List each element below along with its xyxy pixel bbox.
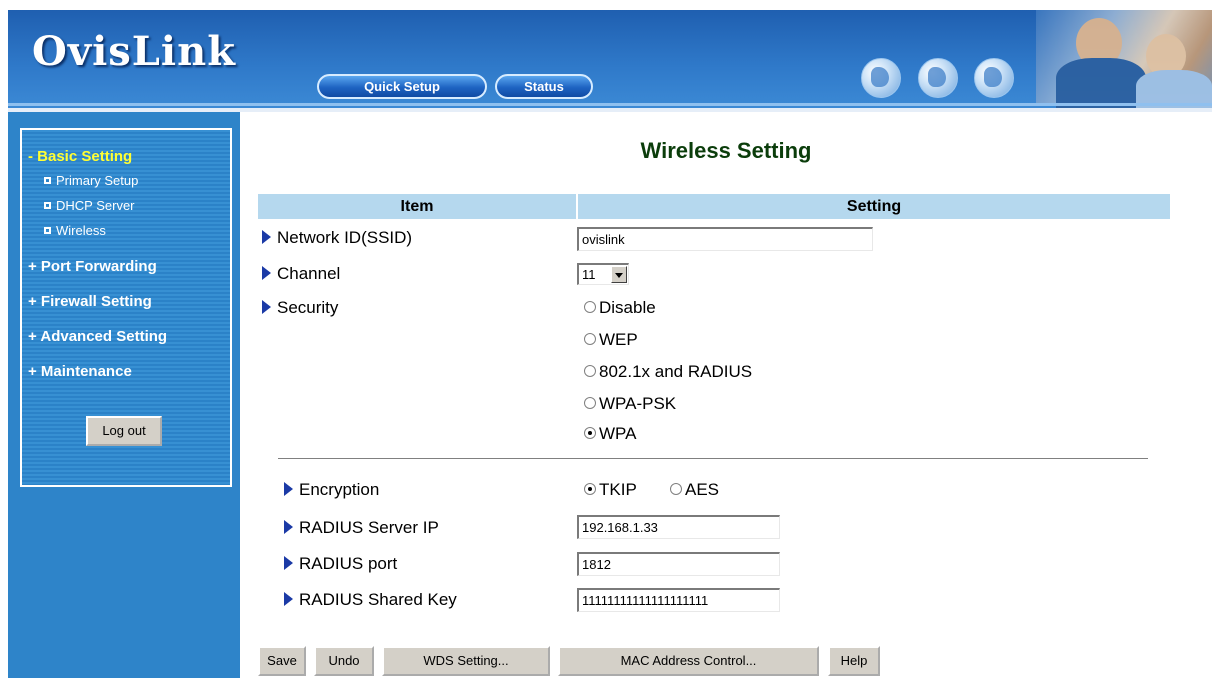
chevron-down-icon[interactable]	[611, 266, 627, 283]
undo-button[interactable]: Undo	[314, 646, 374, 676]
quick-setup-button[interactable]: Quick Setup	[317, 74, 487, 99]
arrow-right-icon	[262, 230, 271, 244]
ovislink-logo: OvisLink	[32, 28, 236, 75]
sidebar: - Basic Setting Primary Setup DHCP Serve…	[8, 112, 240, 678]
radio-icon	[584, 397, 596, 409]
save-button[interactable]: Save	[258, 646, 306, 676]
security-radio-wpa-psk[interactable]: WPA-PSK	[584, 394, 676, 414]
menu-basic-setting[interactable]: - Basic Setting	[28, 148, 132, 165]
encryption-radio-tkip[interactable]: TKIP	[584, 480, 637, 500]
arrow-right-icon	[262, 300, 271, 314]
radio-icon	[584, 333, 596, 345]
radius-key-label: RADIUS Shared Key	[284, 590, 457, 610]
radius-port-input[interactable]: 1812	[577, 552, 780, 576]
ssid-input[interactable]: ovislink	[577, 227, 873, 251]
encryption-radio-aes[interactable]: AES	[670, 480, 719, 500]
main-content: Wireless Setting Item Setting Network ID…	[240, 112, 1212, 678]
table-header-item: Item	[258, 194, 576, 219]
menu-port-forwarding[interactable]: + Port Forwarding	[28, 258, 157, 275]
wds-setting-button[interactable]: WDS Setting...	[382, 646, 550, 676]
bullet-icon	[44, 202, 51, 209]
security-radio-wpa[interactable]: WPA	[584, 424, 636, 444]
encryption-label: Encryption	[284, 480, 379, 500]
menu-maintenance[interactable]: + Maintenance	[28, 363, 132, 380]
section-divider	[278, 458, 1148, 459]
arrow-right-icon	[284, 592, 293, 606]
radius-ip-input[interactable]: 192.168.1.33	[577, 515, 780, 539]
submenu-wireless[interactable]: Wireless	[44, 223, 106, 238]
arrow-right-icon	[284, 520, 293, 534]
security-radio-wep[interactable]: WEP	[584, 330, 638, 350]
radius-port-label: RADIUS port	[284, 554, 397, 574]
arrow-right-icon	[284, 482, 293, 496]
radio-icon	[584, 365, 596, 377]
header-photo	[1036, 10, 1212, 110]
radius-key-input[interactable]: 11111111111111111111	[577, 588, 780, 612]
radio-icon	[670, 483, 682, 495]
radio-icon	[584, 483, 596, 495]
header-banner: OvisLink Quick Setup Status	[8, 10, 1212, 112]
security-label: Security	[262, 298, 338, 318]
submenu-primary-setup[interactable]: Primary Setup	[44, 173, 138, 188]
arrow-right-icon	[284, 556, 293, 570]
menu-advanced-setting[interactable]: + Advanced Setting	[28, 328, 167, 345]
radio-icon	[584, 301, 596, 313]
channel-select[interactable]: 11	[577, 263, 629, 285]
radius-ip-label: RADIUS Server IP	[284, 518, 439, 538]
bullet-icon	[44, 227, 51, 234]
submenu-dhcp-server[interactable]: DHCP Server	[44, 198, 135, 213]
bullet-icon	[44, 177, 51, 184]
security-radio-disable[interactable]: Disable	[584, 298, 656, 318]
table-header-setting: Setting	[578, 194, 1170, 219]
help-button[interactable]: Help	[828, 646, 880, 676]
globe-icon	[918, 58, 958, 98]
channel-label: Channel	[262, 264, 340, 284]
menu-firewall-setting[interactable]: + Firewall Setting	[28, 293, 152, 310]
header-divider	[8, 103, 1212, 106]
security-radio-radius[interactable]: 802.1x and RADIUS	[584, 362, 752, 382]
radio-icon	[584, 427, 596, 439]
globe-icon	[974, 58, 1014, 98]
ssid-label: Network ID(SSID)	[262, 228, 412, 248]
arrow-right-icon	[262, 266, 271, 280]
globe-icon	[861, 58, 901, 98]
logout-button[interactable]: Log out	[86, 416, 162, 446]
status-button[interactable]: Status	[495, 74, 593, 99]
page-title: Wireless Setting	[640, 138, 812, 163]
mac-address-control-button[interactable]: MAC Address Control...	[558, 646, 819, 676]
